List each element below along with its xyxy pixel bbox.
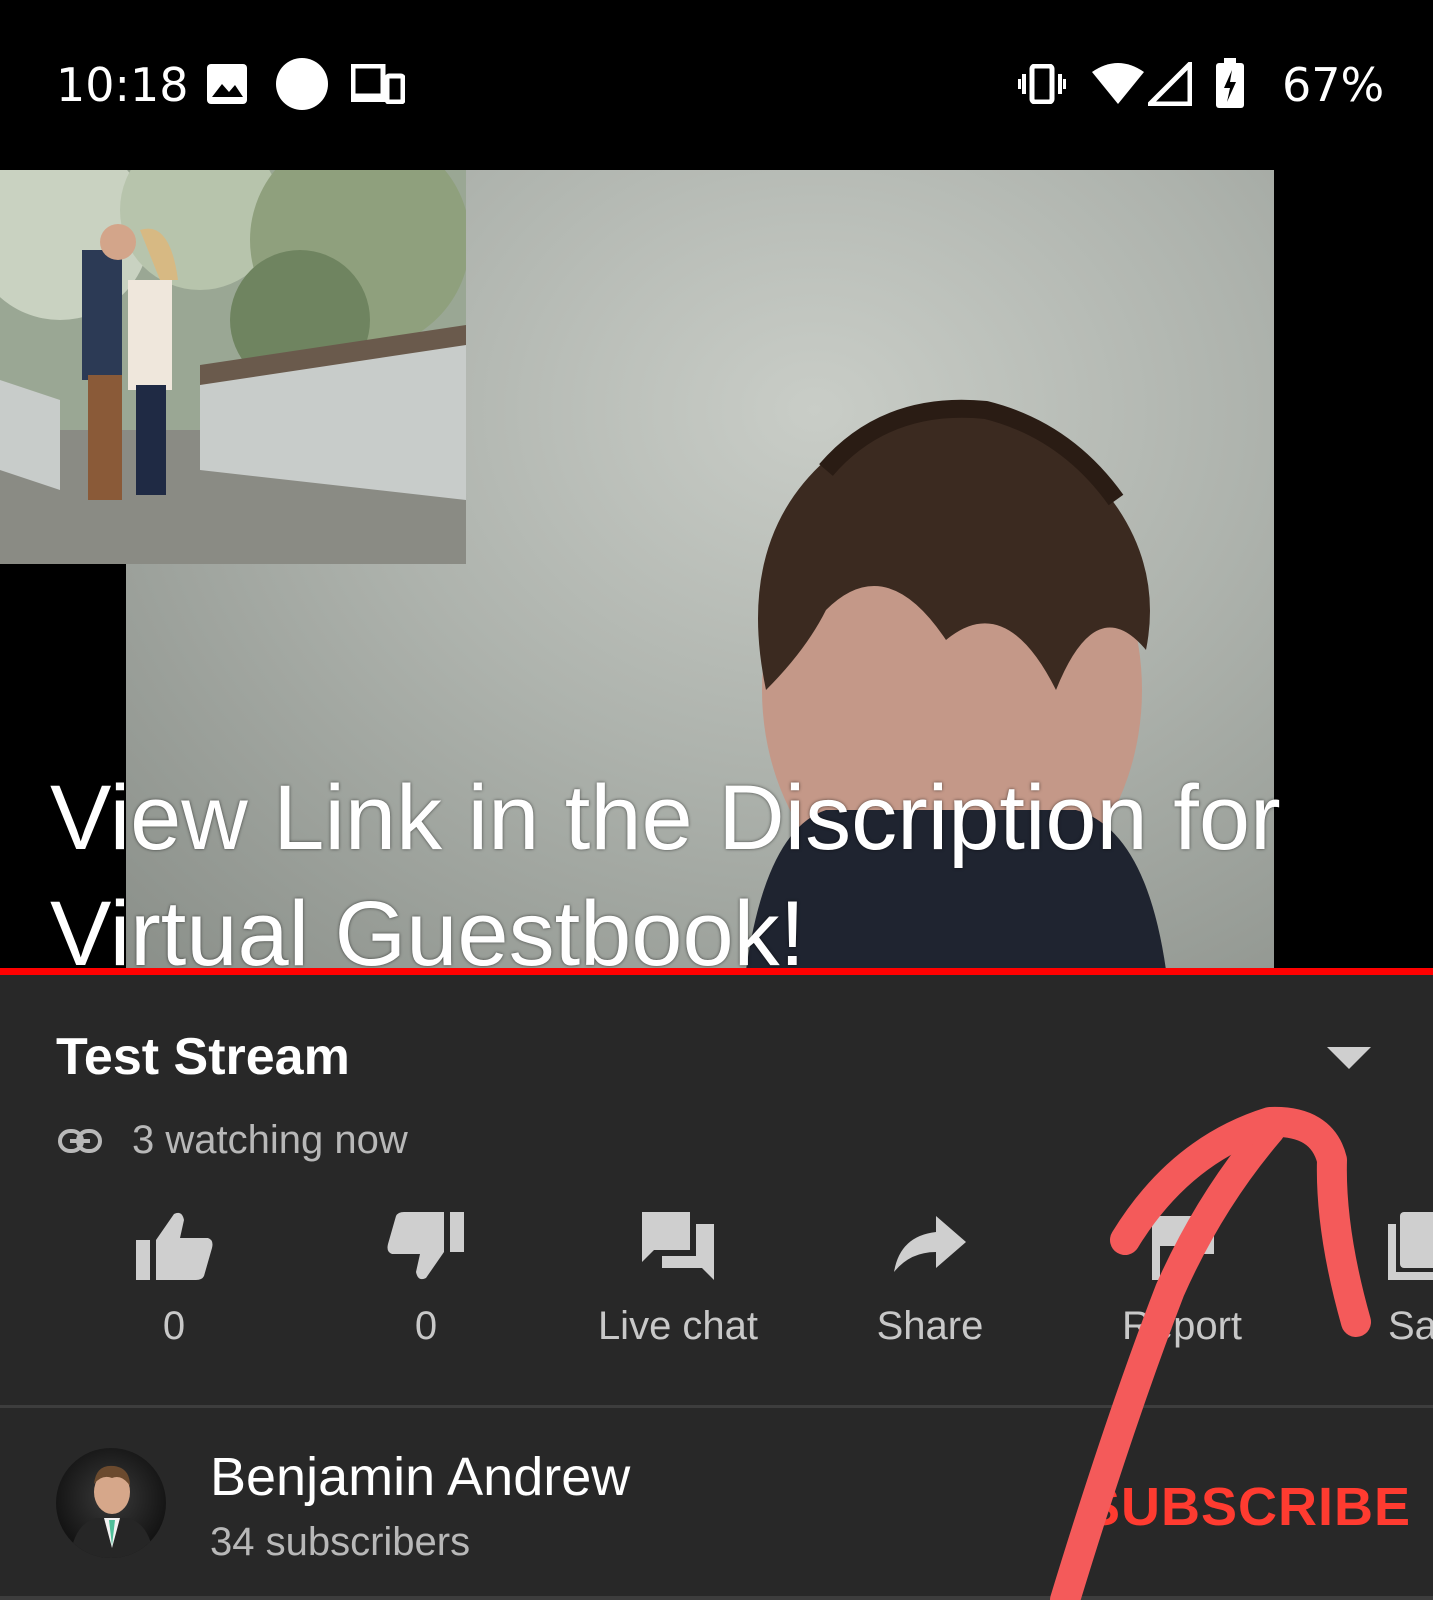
live-chat-label: Live chat — [597, 1304, 759, 1348]
devices-icon — [351, 64, 405, 104]
dislike-button[interactable]: 0 — [316, 1210, 536, 1349]
watching-count: 3 watching now — [132, 1118, 408, 1162]
video-caption: View Link in the Discription for Virtual… — [50, 760, 1410, 970]
subscribe-button[interactable]: SUBSCRIBE — [1084, 1476, 1411, 1538]
dislike-count: 0 — [414, 1304, 438, 1348]
battery-charging-icon — [1216, 58, 1244, 108]
video-player[interactable]: View Link in the Discription for Virtual… — [0, 170, 1433, 970]
status-time: 10:18 — [56, 58, 189, 112]
live-chat-icon — [642, 1212, 714, 1280]
save-icon — [1388, 1212, 1433, 1280]
thumbs-down-icon — [387, 1212, 464, 1280]
save-button[interactable]: Save — [1300, 1210, 1433, 1349]
share-label: Share — [876, 1304, 984, 1348]
channel-name[interactable]: Benjamin Andrew — [210, 1446, 630, 1508]
image-icon — [207, 64, 247, 104]
wifi-icon — [1092, 63, 1144, 104]
vibrate-icon — [1018, 64, 1066, 104]
bottom-divider — [0, 1596, 1433, 1600]
share-icon — [894, 1216, 966, 1272]
share-button[interactable]: Share — [820, 1210, 1040, 1349]
like-count: 0 — [162, 1304, 186, 1348]
report-label: Report — [1121, 1304, 1243, 1348]
circle-icon — [276, 58, 328, 110]
caption-line-2: Virtual Guestbook! — [50, 883, 806, 970]
link-icon — [58, 1129, 102, 1153]
flag-icon — [1152, 1214, 1214, 1280]
couple-photo-inset — [0, 170, 466, 564]
avatar[interactable] — [56, 1448, 166, 1558]
thumbs-up-icon — [136, 1212, 213, 1280]
video-title[interactable]: Test Stream — [56, 1027, 350, 1087]
divider — [0, 1405, 1433, 1408]
report-button[interactable]: Report — [1072, 1210, 1292, 1349]
subscriber-count: 34 subscribers — [210, 1520, 471, 1564]
like-button[interactable]: 0 — [64, 1210, 284, 1349]
status-bar: 10:18 67% — [0, 0, 1433, 170]
signal-icon — [1148, 62, 1192, 106]
chevron-down-icon[interactable] — [1327, 1047, 1371, 1071]
live-chat-button[interactable]: Live chat — [568, 1210, 788, 1349]
live-progress-bar[interactable] — [0, 968, 1433, 975]
save-label: Save — [1388, 1304, 1433, 1348]
caption-line-1: View Link in the Discription for — [50, 767, 1281, 869]
battery-percent: 67% — [1282, 58, 1385, 112]
